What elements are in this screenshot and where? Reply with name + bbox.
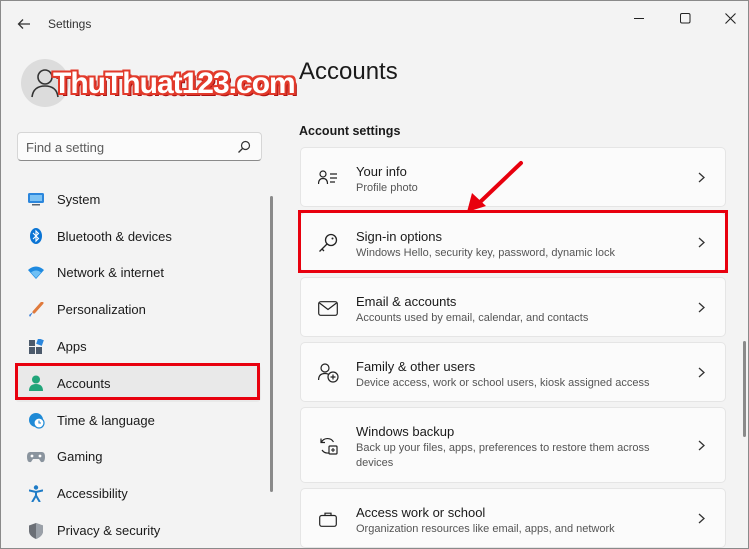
bluetooth-icon bbox=[27, 227, 45, 245]
highlight-box-accounts bbox=[15, 363, 260, 400]
sidebar-item-label: System bbox=[57, 191, 101, 207]
person-card-icon bbox=[317, 167, 339, 189]
card-title: Your info bbox=[356, 164, 407, 179]
sidebar-item-label: Accessibility bbox=[57, 486, 128, 502]
sidebar-item-label: Bluetooth & devices bbox=[57, 228, 172, 244]
card-title: Email & accounts bbox=[356, 294, 457, 309]
card-title: Access work or school bbox=[356, 505, 486, 520]
card-subtitle: Back up your files, apps, preferences to… bbox=[356, 442, 650, 469]
close-icon bbox=[724, 12, 736, 24]
accessibility-icon bbox=[27, 485, 45, 503]
sidebar-item-label: Network & internet bbox=[57, 265, 164, 281]
section-title: Account settings bbox=[299, 124, 401, 138]
sidebar-item-label: Privacy & security bbox=[57, 523, 161, 539]
minimize-icon bbox=[634, 18, 644, 19]
sidebar-item-apps[interactable]: Apps bbox=[15, 328, 261, 365]
card-title: Windows backup bbox=[356, 424, 455, 439]
card-windows-backup[interactable]: Windows backup Back up your files, apps,… bbox=[300, 407, 726, 483]
add-user-icon bbox=[317, 362, 339, 384]
card-email-accounts[interactable]: Email & accounts Accounts used by email,… bbox=[300, 277, 726, 337]
title-bar: Settings bbox=[1, 1, 748, 47]
chevron-right-icon bbox=[695, 512, 707, 524]
apps-icon bbox=[27, 338, 45, 356]
gamepad-icon bbox=[27, 448, 45, 466]
globe-clock-icon bbox=[27, 411, 45, 429]
backup-icon bbox=[317, 435, 339, 457]
shield-icon bbox=[27, 522, 45, 540]
annotation-arrow bbox=[467, 161, 523, 212]
sidebar-item-time-language[interactable]: Time & language bbox=[15, 402, 261, 439]
sidebar-item-gaming[interactable]: Gaming bbox=[15, 439, 261, 476]
sidebar-item-network[interactable]: Network & internet bbox=[15, 255, 261, 292]
close-button[interactable] bbox=[712, 7, 748, 29]
back-arrow-icon bbox=[17, 19, 30, 29]
chevron-right-icon bbox=[695, 301, 707, 313]
search-input[interactable] bbox=[26, 137, 226, 157]
card-subtitle: Device access, work or school users, kio… bbox=[356, 377, 650, 389]
back-button[interactable] bbox=[13, 14, 35, 34]
chevron-right-icon bbox=[695, 171, 707, 183]
system-icon bbox=[27, 190, 45, 208]
sidebar-item-label: Time & language bbox=[57, 412, 155, 428]
highlight-box-sign-in-options bbox=[298, 210, 728, 273]
search-icon[interactable] bbox=[236, 139, 252, 155]
mail-icon bbox=[317, 297, 339, 319]
card-title: Family & other users bbox=[356, 359, 476, 374]
watermark-logo: ThuThuat123.com bbox=[53, 67, 296, 100]
sidebar-item-bluetooth[interactable]: Bluetooth & devices bbox=[15, 218, 261, 255]
card-subtitle: Accounts used by email, calendar, and co… bbox=[356, 312, 589, 324]
sidebar-scrollbar[interactable] bbox=[270, 196, 273, 492]
app-title: Settings bbox=[48, 17, 92, 31]
minimize-button[interactable] bbox=[621, 7, 657, 29]
chevron-right-icon bbox=[695, 366, 707, 378]
main-scrollbar[interactable] bbox=[743, 341, 746, 437]
sidebar-item-label: Personalization bbox=[57, 302, 146, 318]
card-subtitle: Organization resources like email, apps,… bbox=[356, 523, 615, 535]
chevron-right-icon bbox=[695, 439, 707, 451]
sidebar-item-label: Gaming bbox=[57, 449, 103, 465]
maximize-button[interactable] bbox=[667, 7, 703, 29]
settings-window: Settings ThuThuat123.com System Bluetoot… bbox=[0, 0, 749, 549]
sidebar-item-accessibility[interactable]: Accessibility bbox=[15, 475, 261, 512]
card-access-work-school[interactable]: Access work or school Organization resou… bbox=[300, 488, 726, 548]
maximize-icon bbox=[679, 12, 690, 23]
sidebar-item-personalization[interactable]: Personalization bbox=[15, 291, 261, 328]
search-box[interactable] bbox=[17, 132, 262, 161]
sidebar-item-system[interactable]: System bbox=[15, 181, 261, 218]
sidebar-item-label: Apps bbox=[57, 339, 87, 355]
brush-icon bbox=[27, 301, 45, 319]
page-title: Accounts bbox=[299, 58, 398, 85]
sidebar-item-privacy-security[interactable]: Privacy & security bbox=[15, 512, 261, 549]
card-family-other-users[interactable]: Family & other users Device access, work… bbox=[300, 342, 726, 402]
briefcase-icon bbox=[317, 508, 339, 530]
wifi-icon bbox=[27, 264, 45, 282]
